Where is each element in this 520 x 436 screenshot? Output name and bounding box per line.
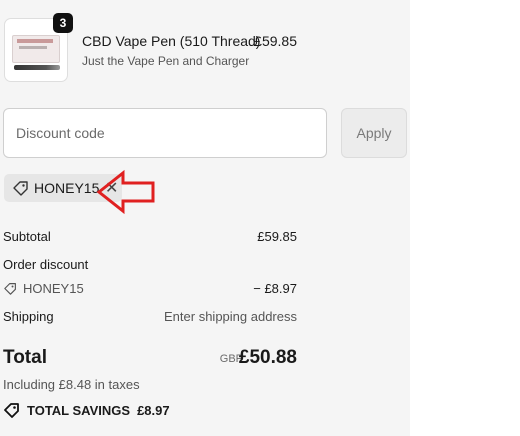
shipping-value: Enter shipping address <box>164 309 297 324</box>
applied-discount-code: HONEY15 <box>34 180 100 196</box>
apply-button[interactable]: Apply <box>341 108 407 158</box>
product-name: CBD Vape Pen (510 Thread) <box>82 33 261 49</box>
product-price: £59.85 <box>254 33 297 49</box>
discount-code-text: HONEY15 <box>23 281 84 296</box>
tag-icon <box>3 282 18 298</box>
total-savings: TOTAL SAVINGS £8.97 <box>3 402 170 418</box>
savings-label: TOTAL SAVINGS <box>27 402 131 418</box>
tag-icon <box>12 180 30 201</box>
red-arrow-annotation <box>96 169 155 215</box>
total-label: Total <box>3 347 47 368</box>
subtotal-value: £59.85 <box>257 229 297 244</box>
taxes-text: Including £8.48 in taxes <box>3 377 140 392</box>
order-summary-panel: 3 CBD Vape Pen (510 Thread) Just the Vap… <box>0 0 410 436</box>
discount-code-input[interactable] <box>3 108 327 158</box>
tag-icon <box>3 402 21 418</box>
quantity-badge: 3 <box>53 13 73 33</box>
product-variant: Just the Vape Pen and Charger <box>82 54 250 68</box>
shipping-label: Shipping <box>3 309 54 324</box>
discount-code-row: HONEY15 <box>3 281 84 298</box>
total-value: £50.88 <box>238 347 297 368</box>
order-discount-label: Order discount <box>3 257 89 272</box>
discount-value: − £8.97 <box>253 281 297 296</box>
subtotal-label: Subtotal <box>3 229 51 244</box>
savings-value: £8.97 <box>137 402 170 418</box>
